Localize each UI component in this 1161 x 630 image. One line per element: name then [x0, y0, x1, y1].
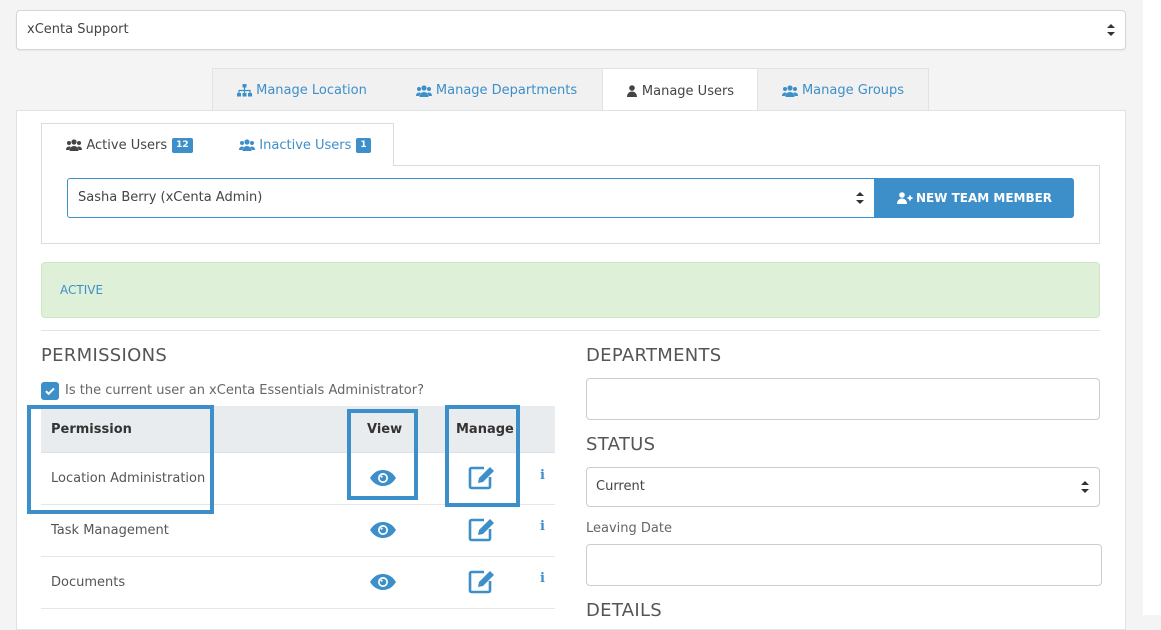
highlight-permission-column — [27, 405, 214, 514]
leaving-date-field[interactable] — [586, 544, 1102, 586]
status-select[interactable]: Current — [586, 467, 1100, 507]
info-icon[interactable]: i — [540, 571, 545, 586]
admin-checkbox[interactable] — [41, 382, 59, 400]
users-icon — [415, 84, 432, 97]
count-badge: 1 — [356, 137, 371, 153]
departments-title: DEPARTMENTS — [586, 345, 722, 366]
user-select[interactable]: Sasha Berry (xCenta Admin) — [67, 178, 875, 218]
tab-label: Inactive Users — [259, 137, 352, 153]
row-divider — [41, 556, 555, 557]
highlight-manage-column — [445, 405, 520, 507]
details-title: DETAILS — [586, 600, 663, 621]
tab-label: Active Users — [86, 137, 168, 153]
sitemap-icon — [237, 84, 253, 97]
tab-label: Manage Groups — [801, 83, 905, 98]
user-plus-icon — [896, 192, 913, 204]
eye-icon[interactable] — [368, 569, 398, 595]
tab-manage-location[interactable]: Manage Location — [213, 69, 391, 112]
admin-checkbox-label: Is the current user an xCenta Essentials… — [65, 383, 424, 398]
tab-manage-departments[interactable]: Manage Departments — [391, 69, 602, 112]
eye-icon[interactable] — [368, 517, 398, 543]
users-icon — [781, 84, 798, 97]
tab-label: Manage Users — [641, 83, 735, 99]
departments-field[interactable] — [586, 378, 1100, 420]
top-tab-bar: Manage Location Manage Departments Manag… — [212, 68, 929, 113]
highlight-view-column — [347, 409, 418, 500]
user-icon — [626, 85, 637, 97]
tab-manage-groups[interactable]: Manage Groups — [758, 69, 928, 112]
organization-select[interactable]: xCenta Support — [16, 10, 1126, 50]
select-arrows-icon — [856, 192, 864, 204]
select-arrows-icon — [1081, 481, 1089, 493]
status-alert-text: ACTIVE — [60, 283, 104, 297]
page-edge — [1143, 0, 1161, 615]
info-icon[interactable]: i — [540, 519, 545, 534]
select-arrows-icon — [1107, 24, 1115, 36]
tab-active-users[interactable]: Active Users 12 — [42, 137, 217, 153]
leaving-date-label: Leaving Date — [586, 521, 672, 536]
organization-select-value: xCenta Support — [27, 22, 129, 37]
edit-icon[interactable] — [467, 516, 497, 542]
row-divider — [41, 608, 555, 609]
checkmark-icon — [45, 387, 55, 396]
status-select-value: Current — [596, 479, 645, 494]
tab-label: Manage Location — [256, 83, 367, 98]
count-badge: 12 — [172, 137, 193, 153]
user-select-value: Sasha Berry (xCenta Admin) — [78, 190, 263, 205]
status-alert: ACTIVE — [41, 262, 1100, 318]
tab-manage-users[interactable]: Manage Users — [602, 69, 758, 113]
divider — [41, 330, 1100, 331]
new-team-member-button[interactable]: NEW TEAM MEMBER — [874, 178, 1074, 218]
button-label: NEW TEAM MEMBER — [915, 191, 1053, 205]
permission-name: Task Management — [51, 523, 169, 538]
permissions-title: PERMISSIONS — [41, 345, 168, 366]
users-icon — [66, 139, 83, 151]
subtab-container: Active Users 12 Inactive Users 1 — [41, 123, 394, 166]
info-icon[interactable]: i — [540, 468, 545, 483]
edit-icon[interactable] — [467, 568, 497, 594]
permission-name: Documents — [51, 575, 126, 590]
users-icon — [239, 139, 256, 151]
status-title: STATUS — [586, 434, 656, 455]
tab-label: Manage Departments — [435, 83, 578, 98]
tab-inactive-users[interactable]: Inactive Users 1 — [217, 137, 393, 153]
